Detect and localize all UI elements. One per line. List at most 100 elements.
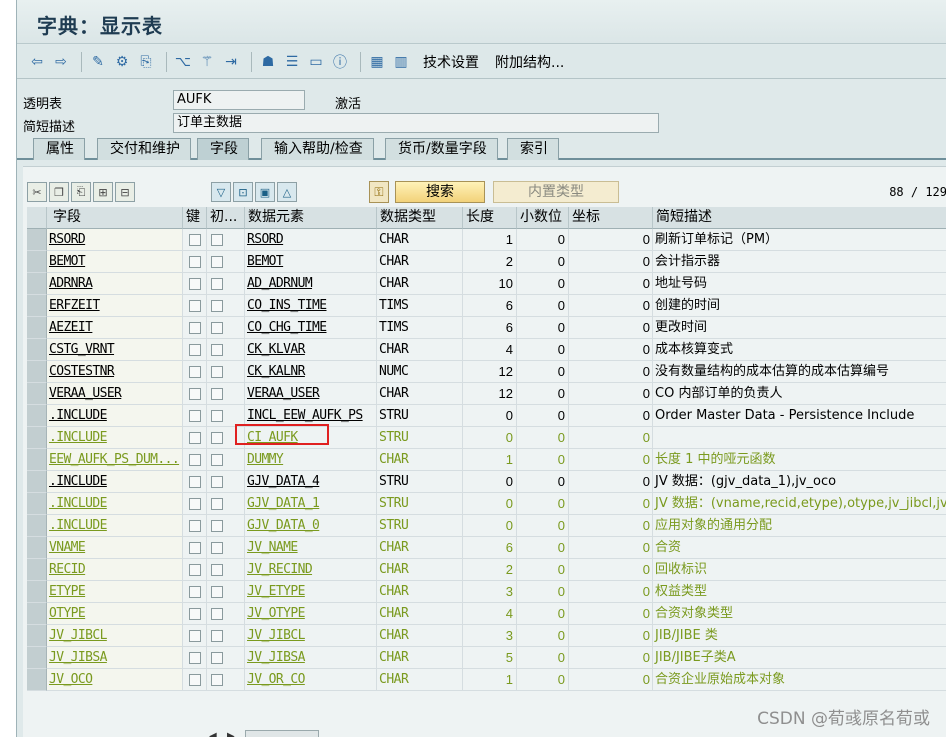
expand-icon[interactable]: ⊡ — [233, 182, 253, 202]
checkbox[interactable] — [211, 344, 223, 356]
checkbox[interactable] — [211, 652, 223, 664]
where-used-icon[interactable]: ⌥ — [173, 52, 193, 72]
data-element-cell[interactable]: CK_KLVAR — [245, 339, 377, 361]
checkbox[interactable] — [211, 454, 223, 466]
key-icon[interactable]: ⚿ — [369, 181, 389, 203]
data-element-cell[interactable]: JV_ETYPE — [245, 581, 377, 603]
row-selector[interactable] — [27, 361, 47, 383]
tab-fields[interactable]: 字段 — [197, 138, 249, 160]
tab-currency-quantity[interactable]: 货币/数量字段 — [385, 138, 498, 160]
cut-icon[interactable]: ✂ — [27, 182, 47, 202]
row-selector[interactable] — [27, 647, 47, 669]
append-structure-button[interactable]: 附加结构... — [495, 52, 564, 72]
row-selector[interactable] — [27, 559, 47, 581]
tab-input-help-check[interactable]: 输入帮助/检查 — [261, 138, 374, 160]
checkbox[interactable] — [211, 586, 223, 598]
field-name-cell[interactable]: AEZEIT — [47, 317, 183, 339]
row-selector[interactable] — [27, 471, 47, 493]
scroll-thumb[interactable] — [245, 730, 319, 737]
table-row[interactable]: .INCLUDE GJV_DATA_1 STRU 0 0 0 JV 数据：(vname,re… — [27, 493, 946, 515]
field-name-cell[interactable]: JV_JIBSA — [47, 647, 183, 669]
checkbox[interactable] — [211, 300, 223, 312]
checkbox[interactable] — [211, 498, 223, 510]
checkbox[interactable] — [189, 256, 201, 268]
table-row[interactable]: VNAME JV_NAME CHAR 6 0 0 合资 — [27, 537, 946, 559]
table-row[interactable]: RSORD RSORD CHAR 1 0 0 刷新订单标记（PM） — [27, 229, 946, 251]
table-row[interactable]: AEZEIT CO_CHG_TIME TIMS 6 0 0 更改时间 — [27, 317, 946, 339]
field-name-cell[interactable]: COSTESTNR — [47, 361, 183, 383]
insert-row-icon[interactable]: ⊞ — [93, 182, 113, 202]
checkbox[interactable] — [211, 278, 223, 290]
row-selector[interactable] — [27, 581, 47, 603]
data-element-cell[interactable]: GJV_DATA_1 — [245, 493, 377, 515]
tab-indexes[interactable]: 索引 — [507, 138, 559, 160]
field-name-cell[interactable]: JV_JIBCL — [47, 625, 183, 647]
table-row[interactable]: .INCLUDE GJV_DATA_4 STRU 0 0 0 JV 数据：(gjv_data… — [27, 471, 946, 493]
table-row[interactable]: OTYPE JV_OTYPE CHAR 4 0 0 合资对象类型 — [27, 603, 946, 625]
data-element-cell[interactable]: JV_OTYPE — [245, 603, 377, 625]
table-row[interactable]: ERFZEIT CO_INS_TIME TIMS 6 0 0 创建的时间 — [27, 295, 946, 317]
field-name-cell[interactable]: CSTG_VRNT — [47, 339, 183, 361]
checkbox[interactable] — [189, 586, 201, 598]
data-element-cell[interactable]: CK_KALNR — [245, 361, 377, 383]
field-name-cell[interactable]: .INCLUDE — [47, 515, 183, 537]
forward-arrow-icon[interactable]: ⇨ — [51, 52, 71, 72]
checkbox[interactable] — [189, 630, 201, 642]
column-header-data-type[interactable]: 数据类型 — [377, 207, 463, 229]
table-row[interactable]: EEW_AUFK_PS_DUM... DUMMY CHAR 1 0 0 长度 1 中的哑元函… — [27, 449, 946, 471]
detail-icon[interactable]: ▣ — [255, 182, 275, 202]
data-element-cell[interactable]: CO_INS_TIME — [245, 295, 377, 317]
row-selector[interactable] — [27, 427, 47, 449]
field-name-cell[interactable]: ETYPE — [47, 581, 183, 603]
checkbox[interactable] — [189, 366, 201, 378]
field-name-cell[interactable]: BEMOT — [47, 251, 183, 273]
checkbox[interactable] — [211, 432, 223, 444]
display-change-icon[interactable]: ✎ — [88, 52, 108, 72]
field-name-cell[interactable]: .INCLUDE — [47, 427, 183, 449]
row-selector[interactable] — [27, 405, 47, 427]
navigate-icon[interactable]: ⇥ — [221, 52, 241, 72]
checkbox[interactable] — [189, 454, 201, 466]
data-element-cell[interactable]: CO_CHG_TIME — [245, 317, 377, 339]
column-header-coord[interactable]: 坐标 — [569, 207, 653, 229]
table-row[interactable]: ETYPE JV_ETYPE CHAR 3 0 0 权益类型 — [27, 581, 946, 603]
row-selector[interactable] — [27, 603, 47, 625]
checkbox[interactable] — [211, 608, 223, 620]
data-element-cell[interactable]: GJV_DATA_4 — [245, 471, 377, 493]
row-selector[interactable] — [27, 295, 47, 317]
checkbox[interactable] — [211, 674, 223, 686]
checkbox[interactable] — [211, 256, 223, 268]
horizontal-scrollbar[interactable]: ◀ ▶ — [207, 729, 327, 737]
field-name-cell[interactable]: .INCLUDE — [47, 405, 183, 427]
table-row[interactable]: ADRNRA AD_ADRNUM CHAR 10 0 0 地址号码 — [27, 273, 946, 295]
row-selector[interactable] — [27, 537, 47, 559]
column-header-initial[interactable]: 初... — [207, 207, 245, 229]
checkbox[interactable] — [189, 652, 201, 664]
row-selector[interactable] — [27, 229, 47, 251]
row-selector[interactable] — [27, 669, 47, 691]
collapse-icon[interactable]: △ — [277, 182, 297, 202]
checkbox[interactable] — [189, 410, 201, 422]
data-element-cell[interactable]: RSORD — [245, 229, 377, 251]
checkbox[interactable] — [189, 388, 201, 400]
data-element-cell[interactable]: JV_NAME — [245, 537, 377, 559]
checkbox[interactable] — [189, 300, 201, 312]
filter-icon[interactable]: ▽ — [211, 182, 231, 202]
checkbox[interactable] — [189, 234, 201, 246]
checkbox[interactable] — [189, 476, 201, 488]
description-field[interactable]: 订单主数据 — [173, 113, 659, 133]
column-header-decimals[interactable]: 小数位 — [517, 207, 569, 229]
table-row[interactable]: .INCLUDE CI_AUFK STRU 0 0 0 — [27, 427, 946, 449]
table-row[interactable]: RECID JV_RECIND CHAR 2 0 0 回收标识 — [27, 559, 946, 581]
table-row[interactable]: COSTESTNR CK_KALNR NUMC 12 0 0 没有数量结构的成本估算的成本估… — [27, 361, 946, 383]
table-row[interactable]: JV_JIBCL JV_JIBCL CHAR 3 0 0 JIB/JIBE 类 — [27, 625, 946, 647]
checkbox[interactable] — [211, 366, 223, 378]
checkbox[interactable] — [189, 278, 201, 290]
row-selector[interactable] — [27, 515, 47, 537]
checkbox[interactable] — [211, 322, 223, 334]
layout-icon[interactable]: ▭ — [306, 52, 326, 72]
hierarchy-icon[interactable]: ☗ — [258, 52, 278, 72]
column-header-data-element[interactable]: 数据元素 — [245, 207, 377, 229]
checkbox[interactable] — [189, 564, 201, 576]
copy-icon[interactable]: ❐ — [49, 182, 69, 202]
